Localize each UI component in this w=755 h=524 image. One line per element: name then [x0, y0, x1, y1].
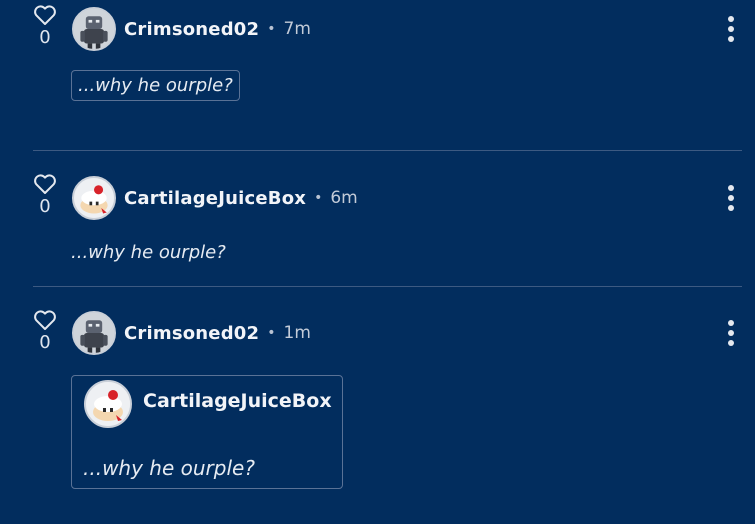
cake-character-avatar — [74, 178, 114, 218]
robot-character-avatar — [74, 9, 114, 49]
post-meta: Crimsoned02 • 1m — [124, 321, 311, 345]
like-count: 0 — [39, 332, 51, 353]
like-count: 0 — [39, 196, 51, 217]
more-vertical-icon[interactable] — [724, 16, 738, 42]
user-avatar[interactable] — [72, 311, 116, 355]
meta-separator: • — [267, 325, 276, 341]
timestamp: 7m — [283, 19, 311, 39]
post-meta: Crimsoned02 • 7m — [124, 17, 311, 41]
heart-outline-icon[interactable] — [33, 309, 57, 331]
heart-outline-icon[interactable] — [33, 173, 57, 195]
like-count: 0 — [39, 27, 51, 48]
quoted-username: CartilageJuiceBox — [143, 390, 332, 412]
divider — [33, 286, 742, 287]
like-control: 0 — [33, 4, 57, 48]
quoted-text: ...why he ourple? — [83, 456, 255, 480]
quoted-comment[interactable]: CartilageJuiceBox ...why he ourple? — [71, 375, 343, 489]
more-vertical-icon[interactable] — [724, 320, 738, 346]
cake-character-avatar — [86, 382, 130, 426]
quoted-user-avatar — [84, 380, 132, 428]
timestamp: 6m — [330, 188, 358, 208]
user-avatar[interactable] — [72, 7, 116, 51]
meta-separator: • — [314, 190, 323, 206]
username[interactable]: CartilageJuiceBox — [124, 188, 306, 209]
user-avatar[interactable] — [72, 176, 116, 220]
username[interactable]: Crimsoned02 — [124, 323, 259, 344]
more-vertical-icon[interactable] — [724, 185, 738, 211]
post-meta: CartilageJuiceBox • 6m — [124, 186, 358, 210]
like-control: 0 — [33, 309, 57, 353]
robot-character-avatar — [74, 313, 114, 353]
divider — [33, 150, 742, 151]
heart-outline-icon[interactable] — [33, 4, 57, 26]
timestamp: 1m — [283, 323, 311, 343]
comment-text: ...why he ourple? — [71, 70, 240, 101]
comment-feed: 0 Crimsoned02 • 7m ...why he ourple? 0 C… — [0, 0, 755, 524]
meta-separator: • — [267, 21, 276, 37]
comment-text: ...why he ourple? — [71, 242, 226, 263]
like-control: 0 — [33, 173, 57, 217]
username[interactable]: Crimsoned02 — [124, 19, 259, 40]
